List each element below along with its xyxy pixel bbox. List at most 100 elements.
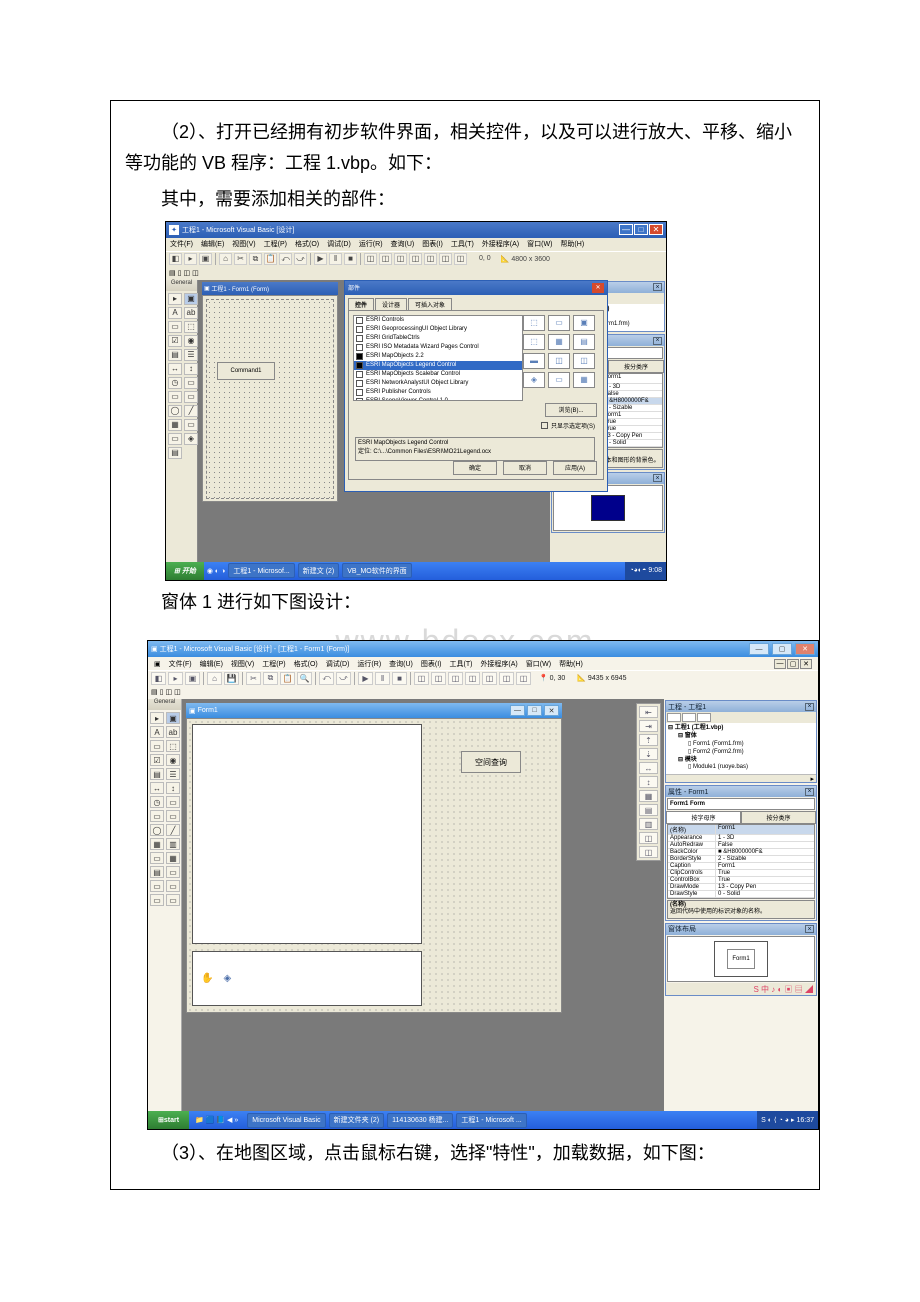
component-item[interactable]: ESRI ISO Metadata Wizard Pages Control bbox=[354, 343, 522, 352]
tool-icon[interactable]: ◫ bbox=[364, 253, 377, 265]
dir-tool-icon[interactable]: ▭ bbox=[168, 391, 182, 403]
tab-categorized[interactable]: 按分类序 bbox=[741, 811, 816, 824]
menu-item[interactable]: 帮助(H) bbox=[560, 239, 584, 249]
ok-button[interactable]: 确定 bbox=[453, 461, 497, 475]
menu-item[interactable]: 窗口(W) bbox=[527, 239, 552, 249]
menu-item[interactable]: 视图(V) bbox=[231, 659, 254, 669]
components-list[interactable]: ESRI ControlsESRI GeoprocessingUI Object… bbox=[353, 315, 523, 401]
map-control[interactable] bbox=[192, 724, 422, 944]
toggle-folders-icon[interactable] bbox=[697, 713, 711, 722]
tool-icon[interactable]: ✂ bbox=[234, 253, 247, 265]
button-tool-icon[interactable]: ⬚ bbox=[166, 740, 180, 752]
menu-item[interactable]: 运行(R) bbox=[357, 659, 381, 669]
menu-item[interactable]: 查询(U) bbox=[389, 659, 413, 669]
dir-tool-icon[interactable]: ▭ bbox=[150, 810, 164, 822]
tool-icon[interactable]: 🔍 bbox=[297, 672, 312, 685]
tool-icon[interactable]: ◫ bbox=[454, 253, 467, 265]
hscroll-tool-icon[interactable]: ↔ bbox=[168, 363, 182, 375]
menu-item[interactable]: 帮助(H) bbox=[559, 659, 583, 669]
menu-item[interactable]: 文件(F) bbox=[170, 239, 193, 249]
tool-icon[interactable]: 📋 bbox=[280, 672, 295, 685]
property-row[interactable]: (名称)Form1 bbox=[668, 825, 814, 835]
vscroll-tool-icon[interactable]: ↕ bbox=[166, 782, 180, 794]
tool-icon[interactable]: ⤺ bbox=[319, 672, 334, 685]
tool-icon[interactable]: ✋ bbox=[201, 973, 213, 984]
property-row[interactable]: BorderStyle2 - Sizable bbox=[668, 856, 814, 863]
menu-item[interactable]: 工具(T) bbox=[449, 659, 472, 669]
panel-close-icon[interactable]: × bbox=[653, 283, 662, 291]
data-tool-icon[interactable]: ▭ bbox=[184, 419, 198, 431]
textbox-tool-icon[interactable]: ab bbox=[166, 726, 180, 738]
maximize-button[interactable]: □ bbox=[527, 705, 542, 716]
data-tool-icon[interactable]: ▥ bbox=[166, 838, 180, 850]
component-item[interactable]: ESRI GeoprocessingUI Object Library bbox=[354, 325, 522, 334]
map-tool-icon[interactable]: ◈ bbox=[184, 433, 198, 445]
tool-icon[interactable]: ◫ bbox=[174, 688, 181, 696]
extra-tool-icon[interactable]: ▭ bbox=[150, 880, 164, 892]
tool-icon[interactable]: ◫ bbox=[448, 672, 463, 685]
tool-icon[interactable]: ◫ bbox=[499, 672, 514, 685]
query-button[interactable]: 空间查询 bbox=[461, 751, 521, 773]
menu-item[interactable]: 编辑(E) bbox=[200, 659, 223, 669]
taskbar-button[interactable]: Microsoft Visual Basic bbox=[247, 1113, 325, 1128]
drive-tool-icon[interactable]: ▭ bbox=[166, 796, 180, 808]
timer-tool-icon[interactable]: ◷ bbox=[150, 796, 164, 808]
tool-icon[interactable]: ▤ bbox=[169, 269, 176, 277]
taskbar-button[interactable]: 114130630 杨建... bbox=[387, 1113, 453, 1128]
textbox-tool-icon[interactable]: ab bbox=[184, 307, 198, 319]
tool-icon[interactable]: ▸ bbox=[184, 253, 197, 265]
tool-icon[interactable]: ◫ bbox=[516, 672, 531, 685]
tool-icon[interactable]: ⤻ bbox=[336, 672, 351, 685]
tool-icon[interactable]: ◫ bbox=[482, 672, 497, 685]
project-tree[interactable]: ⊟ 工程1 (工程1.vbp)⊟ 窗体▯ Form1 (Form1.frm)▯ … bbox=[666, 723, 816, 774]
radio-tool-icon[interactable]: ◉ bbox=[166, 754, 180, 766]
align-icon[interactable]: ⇤ bbox=[639, 706, 658, 718]
tool-icon[interactable]: ⧉ bbox=[249, 253, 262, 265]
tab-designers[interactable]: 设计器 bbox=[375, 298, 407, 310]
tool-icon[interactable]: ⤻ bbox=[294, 253, 307, 265]
system-tray[interactable]: S ◐ ⟨ ◔ ◕ ▸ 16:37 bbox=[757, 1111, 818, 1129]
tool-icon[interactable]: ◫ bbox=[414, 672, 429, 685]
tool-icon[interactable]: ◫ bbox=[394, 253, 407, 265]
run-icon[interactable]: ▶ bbox=[314, 253, 327, 265]
tool-icon[interactable]: ▸ bbox=[168, 672, 183, 685]
menu-item[interactable]: 工程(P) bbox=[262, 659, 285, 669]
property-row[interactable]: DrawMode13 - Copy Pen bbox=[668, 884, 814, 891]
component-item[interactable]: ESRI Publisher Controls bbox=[354, 388, 522, 397]
tree-node[interactable]: ⊟ 工程1 (工程1.vbp) bbox=[668, 725, 814, 733]
dialog-close-button[interactable]: ✕ bbox=[592, 283, 604, 293]
tool-icon[interactable]: ▣ bbox=[185, 672, 200, 685]
start-button[interactable]: ⊞ start bbox=[148, 1111, 189, 1129]
file-tool-icon[interactable]: ▭ bbox=[166, 810, 180, 822]
tool-icon[interactable]: ⌂ bbox=[219, 253, 232, 265]
button-tool-icon[interactable]: ⬚ bbox=[184, 321, 198, 333]
tool-icon[interactable]: ◫ bbox=[431, 672, 446, 685]
menu-item[interactable]: 格式(O) bbox=[294, 659, 318, 669]
radio-tool-icon[interactable]: ◉ bbox=[184, 335, 198, 347]
property-row[interactable]: AutoRedrawFalse bbox=[668, 842, 814, 849]
panel-close-icon[interactable]: × bbox=[653, 337, 662, 345]
combobox-tool-icon[interactable]: ▤ bbox=[150, 768, 164, 780]
pause-icon[interactable]: ‖ bbox=[329, 253, 342, 265]
image-tool-icon[interactable]: ▦ bbox=[168, 419, 182, 431]
align-icon[interactable]: ⇡ bbox=[639, 734, 658, 746]
combobox-tool-icon[interactable]: ▤ bbox=[168, 349, 182, 361]
run-icon[interactable]: ▶ bbox=[358, 672, 373, 685]
listbox-tool-icon[interactable]: ☰ bbox=[184, 349, 198, 361]
menu-item[interactable]: 外接程序(A) bbox=[480, 659, 517, 669]
vscroll-tool-icon[interactable]: ↕ bbox=[184, 363, 198, 375]
tool-icon[interactable]: ◫ bbox=[165, 688, 172, 696]
menu-item[interactable]: 外接程序(A) bbox=[482, 239, 519, 249]
pointer-tool-icon[interactable]: ▸ bbox=[168, 293, 182, 305]
menu-item[interactable]: 运行(R) bbox=[359, 239, 383, 249]
command-button[interactable]: Command1 bbox=[217, 362, 275, 380]
tool-icon[interactable]: ▣ bbox=[199, 253, 212, 265]
ole-tool-icon[interactable]: ▭ bbox=[168, 433, 182, 445]
align-icon[interactable]: ▤ bbox=[639, 804, 658, 816]
pause-icon[interactable]: ‖ bbox=[375, 672, 390, 685]
menu-item[interactable]: 文件(F) bbox=[169, 659, 192, 669]
close-button[interactable]: ✕ bbox=[544, 705, 559, 716]
layout-preview[interactable]: Form1 bbox=[667, 936, 815, 982]
component-item[interactable]: ESRI NetworkAnalystUI Object Library bbox=[354, 379, 522, 388]
tool-icon[interactable]: 📋 bbox=[264, 253, 277, 265]
